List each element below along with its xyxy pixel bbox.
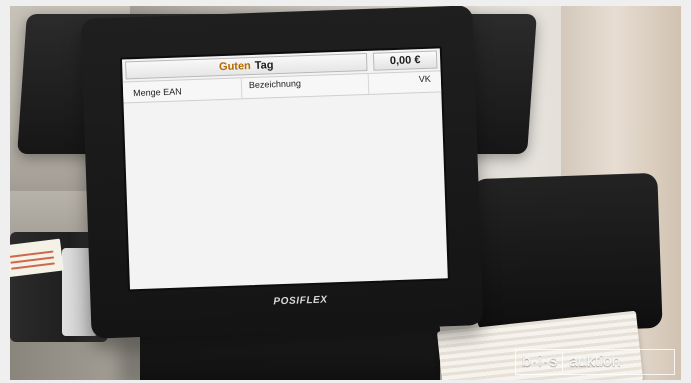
column-menge: Menge [132, 87, 161, 99]
pos-screen[interactable]: Guten Tag 0,00 € Menge EAN Bezeichnung V… [119, 46, 450, 292]
photo-scene: Guten Tag 0,00 € Menge EAN Bezeichnung V… [10, 6, 681, 380]
brand-logo: POSIFLEX [273, 293, 328, 307]
column-ean: EAN [163, 86, 182, 98]
total-amount: 0,00 € [372, 50, 438, 71]
column-vk: VK [418, 73, 432, 85]
column-divider [367, 73, 370, 94]
column-bezeichnung: Bezeichnung [248, 78, 302, 91]
column-divider [240, 78, 243, 99]
rear-device [472, 172, 663, 335]
greeting-word-1: Guten [218, 60, 252, 74]
column-menge-ean: Menge EAN [133, 86, 182, 98]
greeting-word-2: Tag [254, 59, 274, 72]
pos-monitor: Guten Tag 0,00 € Menge EAN Bezeichnung V… [80, 6, 484, 339]
watermark-right: auktion [569, 353, 621, 370]
watermark-left: b·i·s [522, 353, 564, 371]
watermark: b·i·s auktion [515, 349, 675, 375]
